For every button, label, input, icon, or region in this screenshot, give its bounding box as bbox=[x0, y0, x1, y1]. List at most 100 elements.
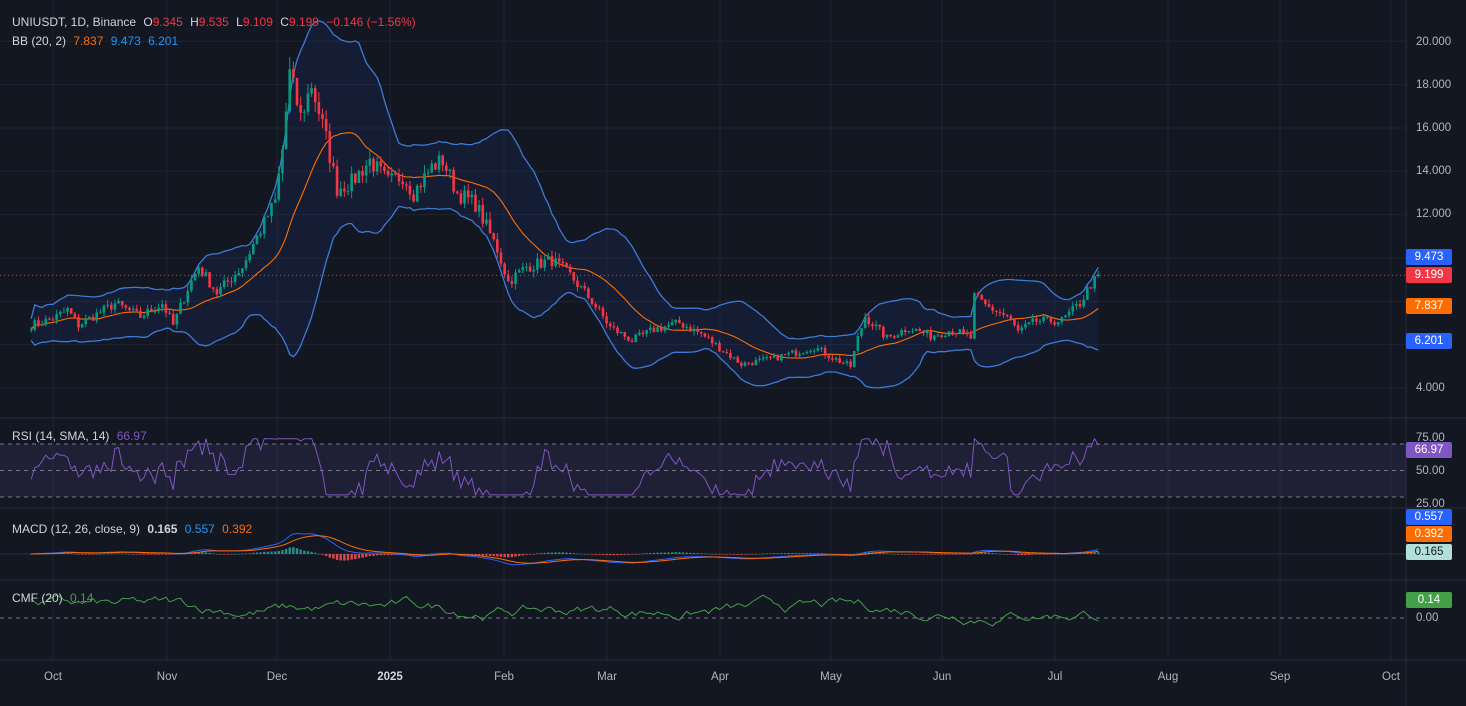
time-tick: Sep bbox=[1269, 671, 1291, 683]
macd-histogram-bar bbox=[772, 553, 776, 554]
candle-body bbox=[652, 327, 656, 333]
macd-histogram-bar bbox=[590, 554, 594, 555]
macd-histogram-bar bbox=[674, 552, 677, 554]
candle-body bbox=[29, 329, 33, 331]
rsi-label: RSI (14, SMA, 14) bbox=[12, 429, 110, 443]
candle-body bbox=[255, 235, 259, 245]
macd-histogram-bar bbox=[226, 554, 230, 555]
macd-histogram-bar bbox=[146, 554, 149, 555]
change-value: −0.146 (−1.56%) bbox=[326, 15, 416, 29]
macd-histogram-bar bbox=[131, 554, 135, 555]
macd-histogram-bar bbox=[543, 552, 546, 554]
rsi-legend[interactable]: RSI (14, SMA, 14) 66.97 bbox=[12, 429, 151, 443]
macd-histogram-bar bbox=[678, 552, 681, 554]
candle-body bbox=[528, 266, 532, 272]
macd-histogram-bar bbox=[769, 553, 772, 555]
close-value: 9.199 bbox=[288, 15, 319, 29]
candle-body bbox=[281, 149, 284, 174]
macd-histogram-bar bbox=[572, 553, 576, 554]
candle-body bbox=[998, 311, 1002, 313]
macd-histogram-bar bbox=[638, 553, 641, 555]
candle-body bbox=[517, 270, 521, 273]
candle-body bbox=[477, 205, 481, 212]
macd-histogram-bar bbox=[263, 551, 266, 554]
price-tick: 20.000 bbox=[1416, 36, 1452, 48]
macd-histogram-bar bbox=[696, 553, 699, 554]
candle-body bbox=[608, 323, 612, 327]
macd-histogram-bar bbox=[780, 553, 783, 554]
candle-body bbox=[645, 329, 648, 334]
candle-body bbox=[186, 290, 190, 303]
macd-histogram-bar bbox=[1046, 554, 1049, 555]
macd-histogram-bar bbox=[314, 552, 317, 554]
candle-body bbox=[368, 158, 372, 166]
candle-body bbox=[266, 216, 270, 218]
candle-body bbox=[474, 194, 477, 212]
candle-body bbox=[106, 304, 109, 306]
candle-body bbox=[463, 190, 466, 204]
candle-body bbox=[204, 272, 208, 276]
candle-body bbox=[900, 330, 903, 336]
candle-body bbox=[943, 335, 947, 337]
candle-body bbox=[740, 362, 743, 366]
symbol-label[interactable]: UNIUSDT, 1D, Binance bbox=[12, 15, 136, 29]
macd-histogram-bar bbox=[729, 554, 732, 555]
cmf-legend[interactable]: CMF (20) 0.14 bbox=[12, 591, 97, 605]
candle-body bbox=[831, 358, 834, 360]
candle-body bbox=[893, 336, 896, 338]
candle-body bbox=[685, 327, 689, 329]
candle-body bbox=[714, 343, 718, 345]
candle-body bbox=[634, 334, 638, 342]
macd-histogram-bar bbox=[765, 553, 769, 555]
macd-histogram-bar bbox=[343, 554, 346, 561]
candle-body bbox=[667, 325, 670, 327]
high-value: 9.535 bbox=[198, 15, 229, 29]
candle-body bbox=[383, 166, 386, 171]
candle-body bbox=[747, 362, 750, 364]
macd-histogram-bar bbox=[1097, 552, 1100, 554]
candle-body bbox=[62, 311, 66, 313]
macd-histogram-bar bbox=[142, 554, 146, 555]
candle-body bbox=[146, 308, 149, 316]
candle-body bbox=[838, 358, 841, 363]
candle-body bbox=[237, 273, 241, 276]
macd-histogram-bar bbox=[252, 552, 255, 554]
candle-body bbox=[583, 285, 587, 289]
candle-body bbox=[503, 263, 506, 275]
candle-body bbox=[601, 307, 605, 317]
chart-canvas[interactable] bbox=[0, 0, 1466, 706]
macd-histogram-bar bbox=[609, 554, 612, 556]
last-price-badge: 9.199 bbox=[1406, 267, 1452, 283]
price-tick: 12.000 bbox=[1416, 208, 1452, 220]
bb-legend[interactable]: BB (20, 2) 7.837 9.473 6.201 bbox=[12, 34, 182, 48]
candle-body bbox=[211, 287, 215, 289]
candle-body bbox=[1035, 318, 1038, 322]
macd-histogram-bar bbox=[616, 554, 619, 556]
candle-body bbox=[470, 194, 474, 198]
time-tick: Mar bbox=[597, 671, 617, 683]
candle-body bbox=[397, 174, 401, 182]
macd-histogram-bar bbox=[426, 553, 430, 555]
macd-histogram-bar bbox=[649, 552, 652, 554]
candle-body bbox=[521, 267, 525, 271]
time-tick: Dec bbox=[266, 671, 288, 683]
macd-histogram-bar bbox=[1031, 554, 1034, 555]
rsi-tick: 50.00 bbox=[1416, 465, 1445, 477]
macd-legend[interactable]: MACD (12, 26, close, 9) 0.165 0.557 0.39… bbox=[12, 522, 256, 536]
candle-body bbox=[856, 335, 860, 351]
candle-body bbox=[860, 328, 863, 336]
macd-histogram-bar bbox=[521, 554, 525, 556]
macd-histogram-bar bbox=[601, 554, 605, 555]
macd-histogram-bar bbox=[714, 554, 718, 555]
macd-histogram-bar bbox=[900, 553, 903, 555]
candle-body bbox=[492, 233, 495, 240]
candle-body bbox=[958, 329, 962, 334]
candle-body bbox=[619, 331, 623, 334]
time-tick: Oct bbox=[1382, 671, 1400, 683]
candle-body bbox=[1086, 287, 1089, 300]
candle-body bbox=[448, 169, 452, 171]
cmf-label: CMF (20) bbox=[12, 591, 63, 605]
macd-histogram-bar bbox=[379, 554, 382, 556]
macd-histogram-bar bbox=[787, 553, 790, 554]
candle-body bbox=[306, 93, 310, 112]
